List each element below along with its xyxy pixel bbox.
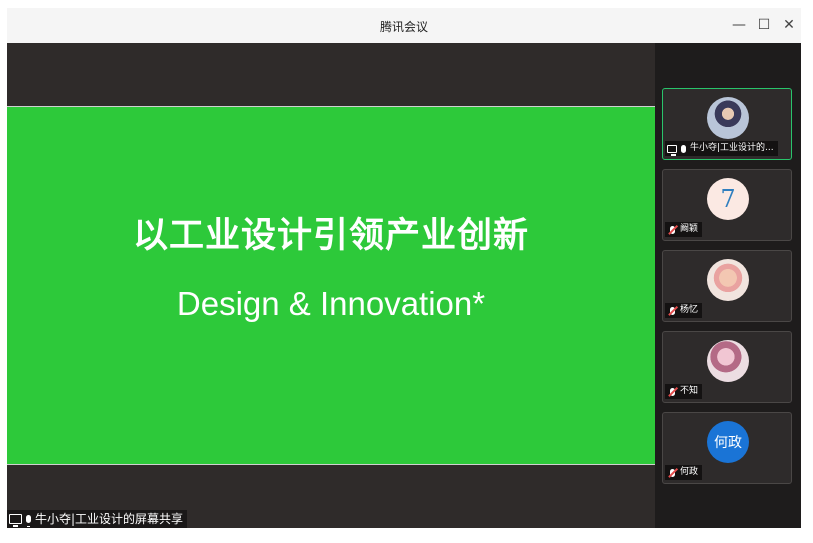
- screen-share-icon: [667, 144, 677, 156]
- microphone-icon: [26, 515, 31, 527]
- participant-name: 何政: [680, 467, 699, 477]
- participant-name: 杨忆: [680, 305, 699, 315]
- avatar: [707, 97, 749, 139]
- participant-name: 不知: [680, 386, 699, 396]
- maximize-button[interactable]: ☐: [754, 15, 774, 35]
- microphone-muted-icon: [670, 387, 675, 396]
- shared-screen-area[interactable]: 以工业设计引领产业创新 Design & Innovation* 牛小夺|工业设…: [7, 43, 655, 528]
- participant-label: 何政: [665, 465, 703, 480]
- avatar: [707, 259, 749, 301]
- presentation-slide: 以工业设计引领产业创新 Design & Innovation*: [7, 106, 655, 465]
- participant-tile[interactable]: 7 阚颖: [662, 169, 792, 241]
- participant-name: 牛小夺|工业设计的...: [690, 143, 774, 153]
- participant-list: 牛小夺|工业设计的... 7 阚颖 杨忆 不知 何政 何政: [655, 43, 801, 528]
- participant-label: 阚颖: [665, 222, 703, 237]
- titlebar: 腾讯会议 — ☐ ✕: [7, 8, 801, 43]
- microphone-muted-icon: [670, 306, 675, 315]
- slide-title: 以工业设计引领产业创新: [132, 216, 529, 256]
- participant-label: 杨忆: [665, 303, 703, 318]
- participant-label: 牛小夺|工业设计的...: [665, 141, 778, 156]
- avatar: 何政: [707, 421, 749, 463]
- meeting-window: 腾讯会议 — ☐ ✕ 以工业设计引领产业创新 Design & Innovati…: [7, 8, 801, 528]
- window-title: 腾讯会议: [379, 20, 428, 34]
- close-button[interactable]: ✕: [779, 15, 799, 35]
- screen-share-label: 牛小夺|工业设计的屏幕共享: [7, 510, 188, 528]
- screen-share-icon: [9, 514, 22, 527]
- microphone-muted-icon: [670, 468, 675, 477]
- minimize-button[interactable]: —: [729, 15, 749, 35]
- slide-subtitle: Design & Innovation*: [176, 285, 486, 322]
- microphone-muted-icon: [670, 225, 675, 234]
- avatar: [707, 340, 749, 382]
- participant-label: 不知: [665, 384, 703, 399]
- avatar: 7: [707, 178, 749, 220]
- participant-tile[interactable]: 何政 何政: [662, 412, 792, 484]
- microphone-icon: [681, 144, 686, 156]
- participant-tile[interactable]: 不知: [662, 331, 792, 403]
- participant-name: 阚颖: [680, 224, 699, 234]
- participant-tile[interactable]: 牛小夺|工业设计的...: [662, 88, 792, 160]
- share-label-text: 牛小夺|工业设计的屏幕共享: [35, 512, 184, 526]
- participant-tile[interactable]: 杨忆: [662, 250, 792, 322]
